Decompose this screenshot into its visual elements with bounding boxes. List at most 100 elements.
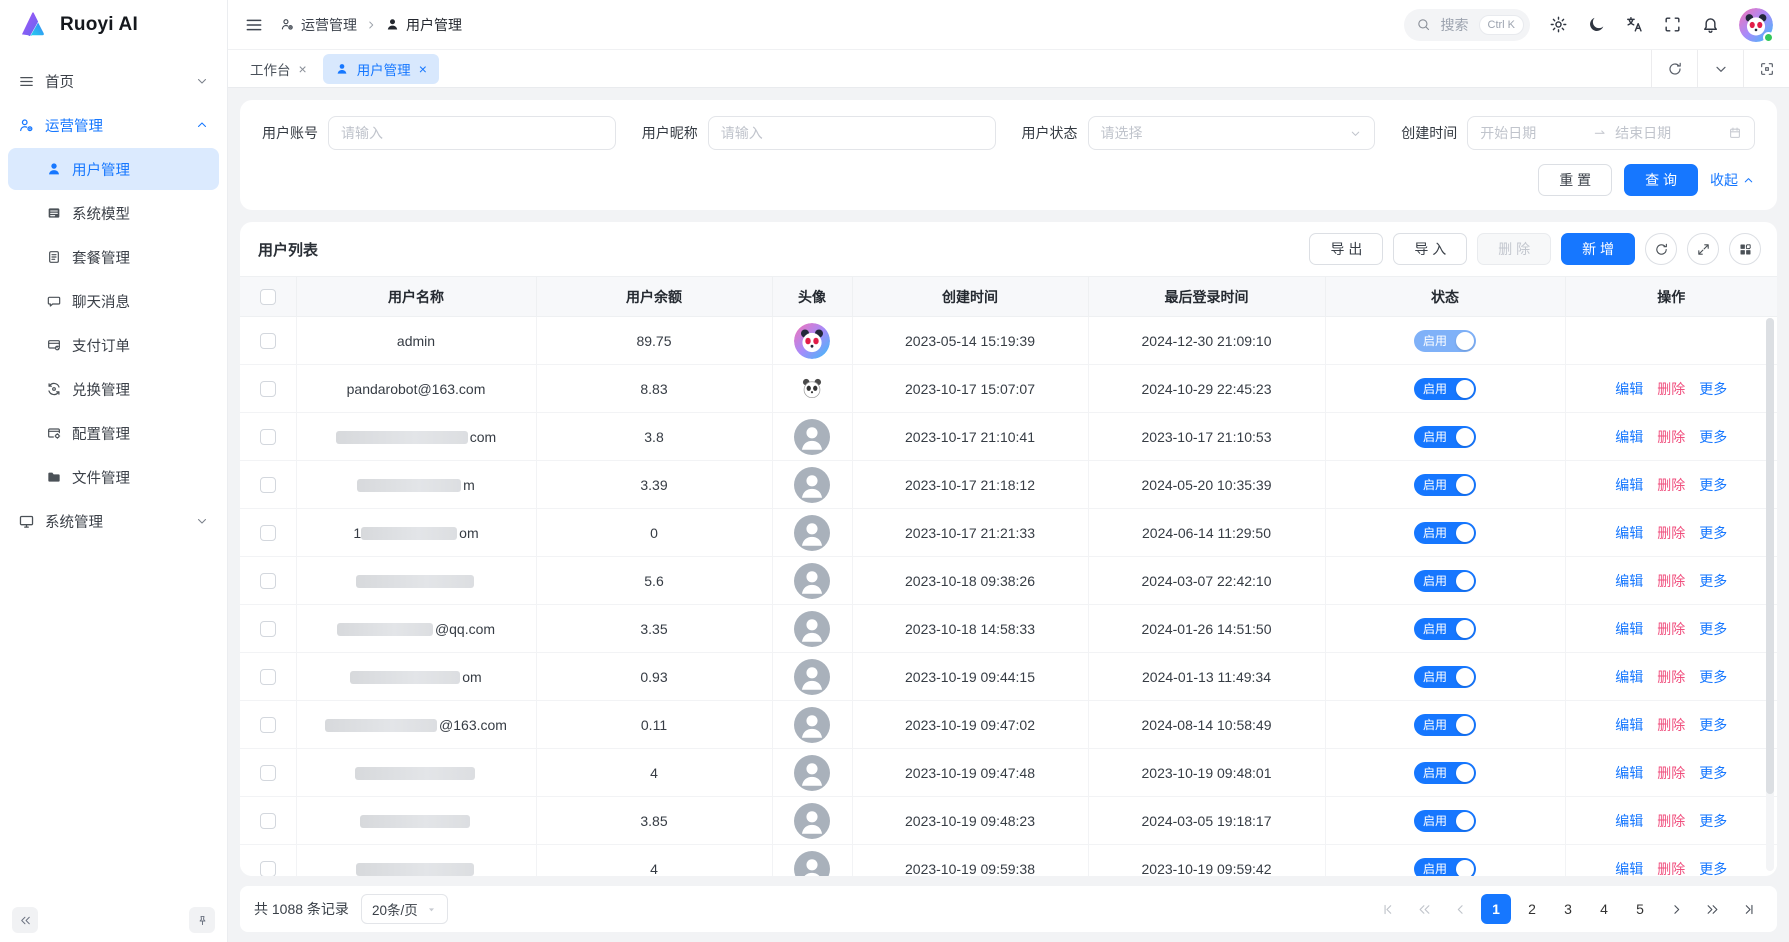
sidebar-item-home[interactable]: 首页 (8, 60, 219, 102)
row-checkbox[interactable] (260, 381, 276, 397)
status-toggle[interactable]: 启用 (1414, 378, 1476, 400)
edit-link[interactable]: 编辑 (1615, 477, 1643, 493)
row-checkbox[interactable] (260, 813, 276, 829)
sidebar-item-exchange-management[interactable]: 兑换管理 (8, 368, 219, 410)
edit-link[interactable]: 编辑 (1615, 861, 1643, 877)
edit-link[interactable]: 编辑 (1615, 621, 1643, 637)
more-link[interactable]: 更多 (1699, 669, 1727, 685)
status-toggle[interactable]: 启用 (1414, 570, 1476, 592)
notifications-button[interactable] (1701, 15, 1720, 34)
row-checkbox[interactable] (260, 429, 276, 445)
status-toggle[interactable]: 启用 (1414, 666, 1476, 688)
sidebar-item-file-management[interactable]: 文件管理 (8, 456, 219, 498)
delete-link[interactable]: 删除 (1657, 765, 1685, 781)
language-button[interactable] (1625, 15, 1644, 34)
delete-link[interactable]: 删除 (1657, 717, 1685, 733)
more-link[interactable]: 更多 (1699, 477, 1727, 493)
close-tab-icon[interactable]: × (299, 62, 307, 76)
page-1-button[interactable]: 1 (1481, 894, 1511, 924)
delete-link[interactable]: 删除 (1657, 621, 1685, 637)
delete-link[interactable]: 删除 (1657, 861, 1685, 877)
more-link[interactable]: 更多 (1699, 429, 1727, 445)
sidebar-item-system-management[interactable]: 系统管理 (8, 500, 219, 542)
edit-link[interactable]: 编辑 (1615, 669, 1643, 685)
edit-link[interactable]: 编辑 (1615, 765, 1643, 781)
sidebar-item-operations[interactable]: 运营管理 (8, 104, 219, 146)
status-toggle[interactable]: 启用 (1414, 330, 1476, 352)
sidebar-item-config-management[interactable]: 配置管理 (8, 412, 219, 454)
more-link[interactable]: 更多 (1699, 813, 1727, 829)
row-checkbox[interactable] (260, 477, 276, 493)
account-input[interactable] (328, 116, 616, 150)
more-link[interactable]: 更多 (1699, 717, 1727, 733)
delete-link[interactable]: 删除 (1657, 669, 1685, 685)
page-next-button[interactable] (1661, 894, 1691, 924)
page-first-button[interactable] (1373, 894, 1403, 924)
status-select[interactable]: 请选择 (1088, 116, 1376, 150)
delete-link[interactable]: 删除 (1657, 429, 1685, 445)
edit-link[interactable]: 编辑 (1615, 381, 1643, 397)
more-link[interactable]: 更多 (1699, 861, 1727, 877)
delete-link[interactable]: 删除 (1657, 477, 1685, 493)
status-toggle[interactable]: 启用 (1414, 426, 1476, 448)
date-range-picker[interactable]: 开始日期 结束日期 (1467, 116, 1755, 150)
page-jump-forward-button[interactable] (1697, 894, 1727, 924)
page-5-button[interactable]: 5 (1625, 894, 1655, 924)
delete-button[interactable]: 删 除 (1477, 233, 1551, 265)
fullscreen-button[interactable] (1663, 15, 1682, 34)
more-link[interactable]: 更多 (1699, 525, 1727, 541)
row-checkbox[interactable] (260, 669, 276, 685)
tab-user-management[interactable]: 用户管理× (323, 54, 439, 84)
page-jump-back-button[interactable] (1409, 894, 1439, 924)
edit-link[interactable]: 编辑 (1615, 813, 1643, 829)
table-refresh-button[interactable] (1645, 233, 1677, 265)
edit-link[interactable]: 编辑 (1615, 717, 1643, 733)
import-button[interactable]: 导 入 (1393, 233, 1467, 265)
row-checkbox[interactable] (260, 525, 276, 541)
more-link[interactable]: 更多 (1699, 765, 1727, 781)
page-2-button[interactable]: 2 (1517, 894, 1547, 924)
status-toggle[interactable]: 启用 (1414, 474, 1476, 496)
add-button[interactable]: 新 增 (1561, 233, 1635, 265)
breadcrumb-user-management[interactable]: 用户管理 (385, 15, 462, 35)
scrollbar-thumb[interactable] (1766, 318, 1774, 794)
edit-link[interactable]: 编辑 (1615, 573, 1643, 589)
page-prev-button[interactable] (1445, 894, 1475, 924)
status-toggle[interactable]: 启用 (1414, 858, 1476, 877)
sidebar-item-system-model[interactable]: 系统模型 (8, 192, 219, 234)
sidebar-collapse-button[interactable] (12, 907, 38, 933)
status-toggle[interactable]: 启用 (1414, 522, 1476, 544)
more-link[interactable]: 更多 (1699, 381, 1727, 397)
row-checkbox[interactable] (260, 861, 276, 877)
brand-logo[interactable]: Ruoyi AI (0, 0, 227, 50)
close-tab-icon[interactable]: × (419, 62, 427, 76)
row-checkbox[interactable] (260, 621, 276, 637)
tab-workbench[interactable]: 工作台× (238, 54, 319, 84)
more-link[interactable]: 更多 (1699, 573, 1727, 589)
collapse-filter-link[interactable]: 收起 (1710, 170, 1755, 190)
sidebar-item-payment-orders[interactable]: 支付订单 (8, 324, 219, 366)
sidebar-pin-button[interactable] (189, 907, 215, 933)
page-size-select[interactable]: 20条/页 (361, 894, 448, 924)
page-last-button[interactable] (1733, 894, 1763, 924)
row-checkbox[interactable] (260, 333, 276, 349)
breadcrumb-operations[interactable]: 运营管理 (280, 15, 357, 35)
edit-link[interactable]: 编辑 (1615, 429, 1643, 445)
status-toggle[interactable]: 启用 (1414, 714, 1476, 736)
row-checkbox[interactable] (260, 573, 276, 589)
user-avatar[interactable] (1739, 8, 1773, 42)
page-3-button[interactable]: 3 (1553, 894, 1583, 924)
status-toggle[interactable]: 启用 (1414, 762, 1476, 784)
sidebar-toggle-button[interactable] (244, 15, 264, 35)
global-search[interactable]: 搜索 Ctrl K (1404, 9, 1531, 41)
theme-toggle-button[interactable] (1587, 15, 1606, 34)
sidebar-item-package-management[interactable]: 套餐管理 (8, 236, 219, 278)
more-link[interactable]: 更多 (1699, 621, 1727, 637)
export-button[interactable]: 导 出 (1309, 233, 1383, 265)
table-fullscreen-button[interactable] (1687, 233, 1719, 265)
tab-menu-button[interactable] (1697, 50, 1743, 87)
sidebar-item-user-management[interactable]: 用户管理 (8, 148, 219, 190)
refresh-tab-button[interactable] (1651, 50, 1697, 87)
edit-link[interactable]: 编辑 (1615, 525, 1643, 541)
reset-button[interactable]: 重 置 (1538, 164, 1612, 196)
